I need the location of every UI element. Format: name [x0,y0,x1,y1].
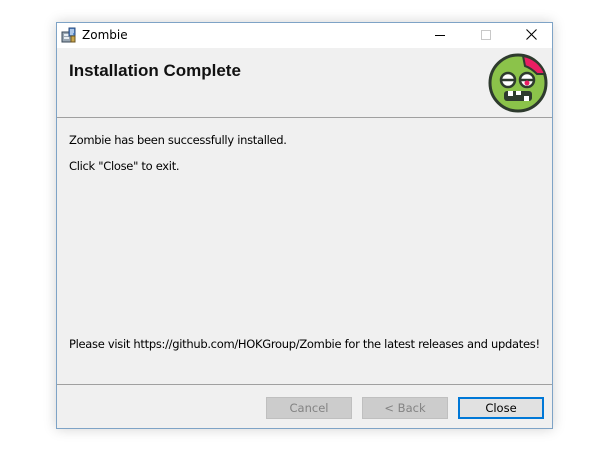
close-icon [525,27,537,45]
maximize-icon [481,27,491,45]
page-title: Installation Complete [69,61,241,80]
minimize-icon [435,27,445,45]
minimize-button[interactable] [417,23,463,48]
installer-window: Zombie Installation Complete Zombie has … [56,22,553,429]
zombie-face-icon [487,52,549,114]
header-banner: Installation Complete [57,48,552,118]
cancel-button[interactable]: Cancel [266,397,352,419]
installer-package-icon [60,26,78,44]
visit-message: Please visit https://github.com/HOKGroup… [69,337,540,351]
exit-hint: Click "Close" to exit. [69,159,180,173]
footer-divider [57,384,552,385]
window-title: Zombie [82,28,128,42]
back-button[interactable]: < Back [362,397,448,419]
success-message: Zombie has been successfully installed. [69,133,287,147]
title-bar[interactable]: Zombie [57,23,552,48]
close-button[interactable]: Close [458,397,544,419]
maximize-button[interactable] [463,23,509,48]
close-window-button[interactable] [508,23,552,48]
